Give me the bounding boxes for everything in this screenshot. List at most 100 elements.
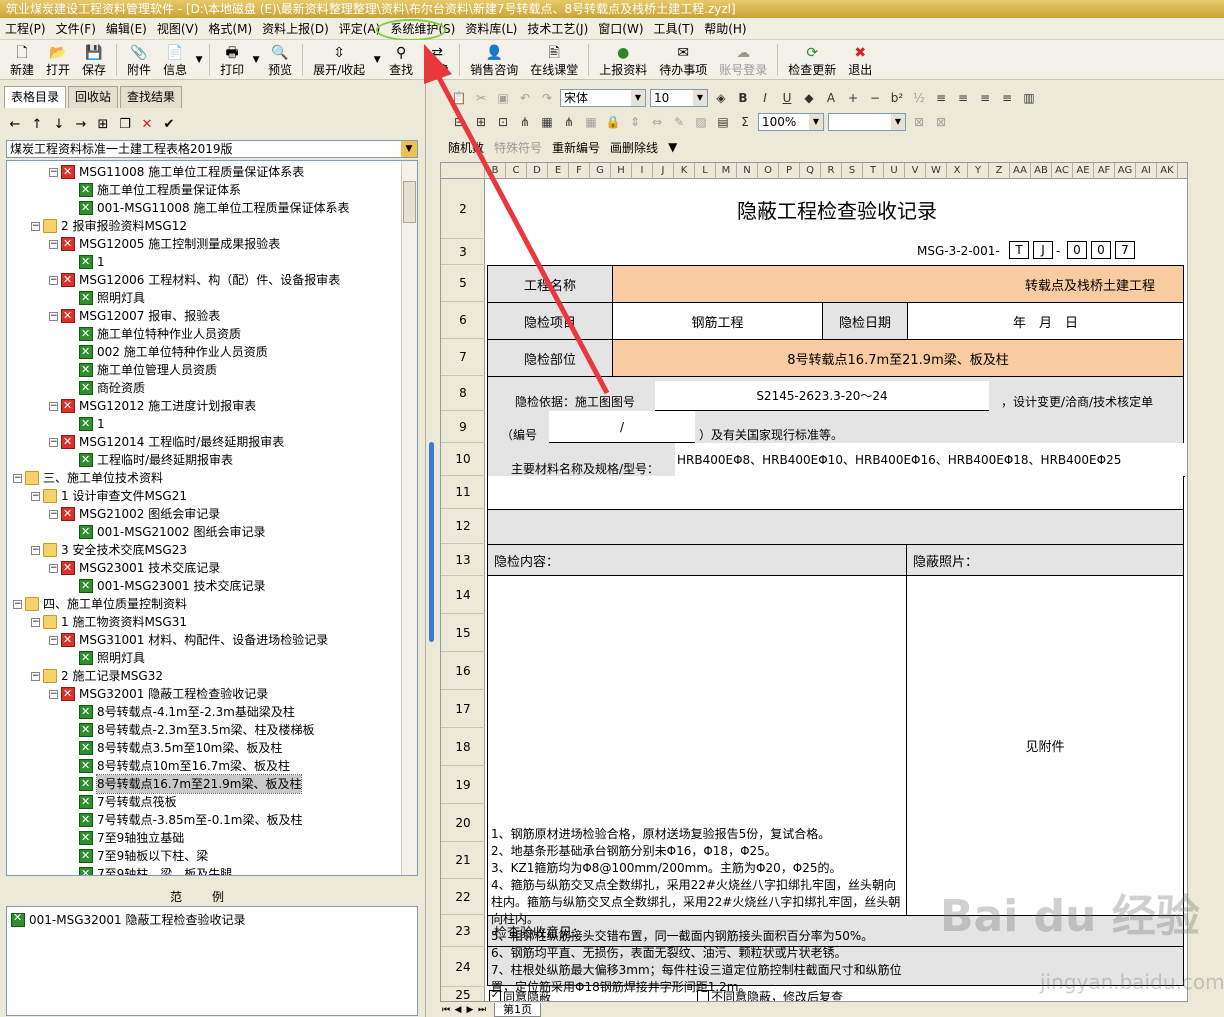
column-label[interactable]: L	[695, 163, 716, 179]
next-page-icon[interactable]: ▶	[464, 1005, 476, 1015]
menu-item-0[interactable]: 工程(P)	[0, 19, 51, 39]
row-label[interactable]: 15	[441, 614, 485, 652]
delete-row-icon[interactable]: −	[864, 88, 886, 108]
column-label[interactable]: AI	[1136, 163, 1157, 179]
undo-icon[interactable]: ↶	[514, 88, 536, 108]
zoom-select[interactable]: 100% ▼	[758, 113, 824, 131]
justify-icon[interactable]: ≡	[996, 88, 1018, 108]
collapse-icon[interactable]: −	[49, 635, 58, 645]
sum-icon[interactable]: Σ	[734, 112, 756, 132]
project-name-value[interactable]: 转载点及栈桥土建工程	[612, 265, 1184, 303]
column-label[interactable]: AA	[1010, 163, 1031, 179]
code-box[interactable]: T	[1009, 241, 1029, 259]
row-label[interactable]: 10	[441, 443, 485, 476]
material-field[interactable]: HRB400EΦ8、HRB400EΦ10、HRB400EΦ16、HRB400EΦ…	[675, 443, 1185, 477]
menu-item-3[interactable]: 视图(V)	[152, 19, 204, 39]
column-label[interactable]: J	[653, 163, 674, 179]
pane-splitter[interactable]	[427, 82, 437, 1017]
tree-node[interactable]: 7至9轴板以下柱、梁	[67, 847, 208, 865]
arrow-right-icon[interactable]: →	[70, 115, 92, 135]
tree-node[interactable]: − 1 施工物资资料MSG31	[31, 613, 187, 631]
menu-item-5[interactable]: 资料上报(D)	[257, 19, 334, 39]
tree-node[interactable]: 8号转载点10m至16.7m梁、板及柱	[67, 757, 290, 775]
column-label[interactable]: Y	[968, 163, 989, 179]
row-label[interactable]: 19	[441, 766, 485, 804]
collapse-icon[interactable]: −	[49, 689, 58, 699]
collapse-icon[interactable]: −	[49, 167, 58, 177]
column-label[interactable]: X	[947, 163, 968, 179]
column-label[interactable]: T	[863, 163, 884, 179]
tab-recycle-bin[interactable]: 回收站	[68, 86, 119, 108]
column-label[interactable]: C	[506, 163, 527, 179]
grid-icon[interactable]: ▦	[580, 112, 602, 132]
row-label[interactable]: 21	[441, 842, 485, 879]
image-icon[interactable]: ▨	[690, 112, 712, 132]
row-height-icon[interactable]: ⇕	[624, 112, 646, 132]
arrow-left-icon[interactable]: ←	[4, 115, 26, 135]
menu-item-2[interactable]: 编辑(E)	[101, 19, 152, 39]
column-label[interactable]: E	[548, 163, 569, 179]
collapse-icon[interactable]: −	[49, 401, 58, 411]
col-width-icon[interactable]: ⇔	[646, 112, 668, 132]
tree-node[interactable]: − MSG12012 施工进度计划报审表	[49, 397, 256, 415]
menu-item-4[interactable]: 格式(M)	[203, 19, 257, 39]
merge-cells-icon[interactable]: ⊟	[448, 112, 470, 132]
column-label[interactable]: H	[611, 163, 632, 179]
collapse-icon[interactable]: −	[31, 671, 40, 681]
info-dropdown-icon[interactable]: ▼	[193, 41, 205, 79]
column-label[interactable]: G	[590, 163, 611, 179]
filter-check-icon[interactable]: ✔	[158, 115, 180, 135]
insert-cell-icon[interactable]: ⊡	[492, 112, 514, 132]
tree-node[interactable]: − 3 安全技术交底MSG23	[31, 541, 187, 559]
tree-node[interactable]: − MSG23001 技术交底记录	[49, 559, 220, 577]
new-button[interactable]: 🗋 新建	[4, 41, 40, 79]
row-label[interactable]: 7	[441, 339, 485, 376]
column-label[interactable]: S	[842, 163, 863, 179]
save-button[interactable]: 💾 保存	[76, 41, 112, 79]
table-icon[interactable]: ▦	[536, 112, 558, 132]
sales-consult-button[interactable]: 👤 销售咨询	[464, 41, 524, 79]
tree-node[interactable]: 7至9轴柱、梁、板及牛腿	[67, 865, 232, 875]
replace-button[interactable]: ⇄ 替换	[419, 41, 455, 79]
fill-color-icon[interactable]: ◆	[798, 88, 820, 108]
find-button[interactable]: ⚲ 查找	[383, 41, 419, 79]
cut-icon[interactable]: ✂	[470, 88, 492, 108]
tree-node[interactable]: − MSG12006 工程材料、构（配）件、设备报审表	[49, 271, 340, 289]
row-label[interactable]: 25	[441, 987, 485, 1002]
tree-node[interactable]: 1	[67, 415, 105, 433]
tree-node[interactable]: 002 施工单位特种作业人员资质	[67, 343, 268, 361]
tab-table-catalog[interactable]: 表格目录	[4, 86, 67, 108]
tree-node[interactable]: − MSG11008 施工单位工程质量保证体系表	[49, 163, 304, 181]
tree-node[interactable]: 商砼资质	[67, 379, 145, 397]
row-label[interactable]: 3	[441, 239, 485, 265]
tree-node[interactable]: − 四、施工单位质量控制资料	[13, 595, 187, 613]
tree-scrollbar[interactable]	[401, 161, 417, 875]
column-label[interactable]: O	[758, 163, 779, 179]
tree-node[interactable]: 8号转载点-4.1m至-2.3m基础梁及柱	[67, 703, 295, 721]
collapse-icon[interactable]: −	[49, 239, 58, 249]
column-label[interactable]: D	[527, 163, 548, 179]
first-page-icon[interactable]: ⏮	[440, 1005, 452, 1015]
tree-node[interactable]: 7号转载点-3.85m至-0.1m梁、板及柱	[67, 811, 302, 829]
check-update-button[interactable]: ⟳ 检查更新	[782, 41, 842, 79]
collapse-icon[interactable]: −	[49, 437, 58, 447]
row-label[interactable]: 22	[441, 879, 485, 915]
collapse-icon[interactable]: −	[13, 473, 22, 483]
calculator-icon[interactable]: ▤	[712, 112, 734, 132]
column-label[interactable]: N	[737, 163, 758, 179]
splitter-grip[interactable]	[429, 442, 434, 642]
align-center-icon[interactable]: ≡	[952, 88, 974, 108]
tree-node[interactable]: − MSG12005 施工控制测量成果报验表	[49, 235, 280, 253]
redo-icon[interactable]: ↷	[536, 88, 558, 108]
exit-button[interactable]: ✖ 退出	[842, 41, 878, 79]
menu-item-11[interactable]: 工具(T)	[649, 19, 700, 39]
tree-node[interactable]: − MSG12014 工程临时/最终延期报审表	[49, 433, 284, 451]
color-picker-icon[interactable]: ◈	[710, 88, 732, 108]
row-label[interactable]: 12	[441, 509, 485, 544]
row-label[interactable]: 17	[441, 690, 485, 728]
column-label[interactable]: U	[884, 163, 905, 179]
strikethrough-button[interactable]: 画删除线	[610, 139, 658, 156]
clipboard-icon[interactable]: ▣	[492, 88, 514, 108]
tree-node[interactable]: 001-MSG21002 图纸会审记录	[67, 523, 266, 541]
expand-collapse-button[interactable]: ⇳ 展开/收起	[307, 41, 371, 79]
